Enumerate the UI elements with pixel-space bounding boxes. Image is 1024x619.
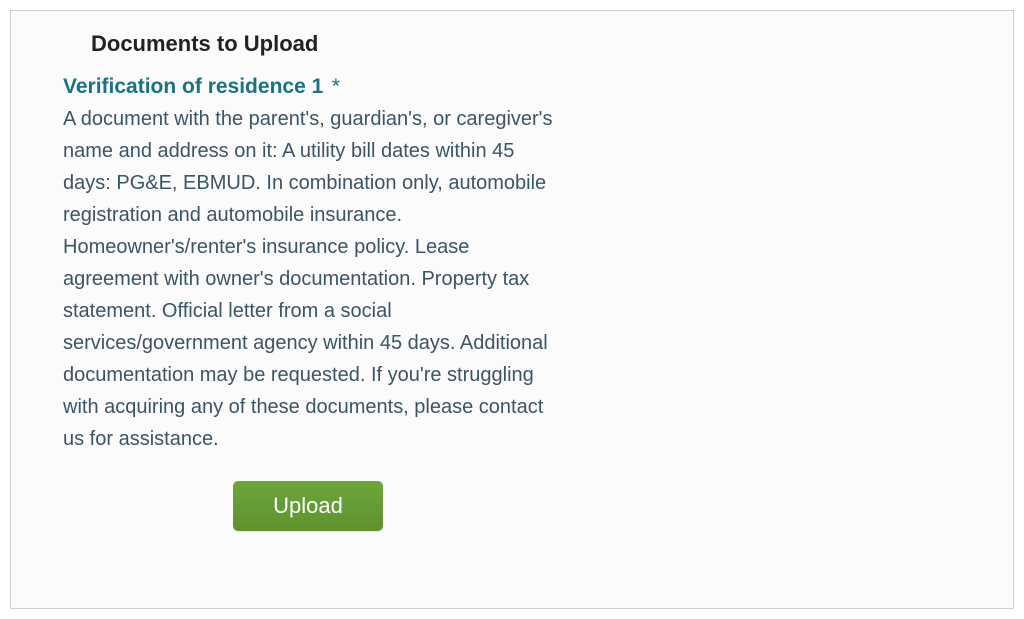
field-description: A document with the parent's, guardian's… [63,103,553,455]
field-label: Verification of residence 1 [63,75,323,98]
required-indicator: * [332,75,340,98]
upload-button[interactable]: Upload [233,481,383,531]
button-row: Upload [63,481,553,531]
field-group: Verification of residence 1 * A document… [63,75,553,455]
panel-heading: Documents to Upload [91,31,983,57]
field-label-row: Verification of residence 1 * [63,75,553,99]
documents-panel: Documents to Upload Verification of resi… [10,10,1014,609]
